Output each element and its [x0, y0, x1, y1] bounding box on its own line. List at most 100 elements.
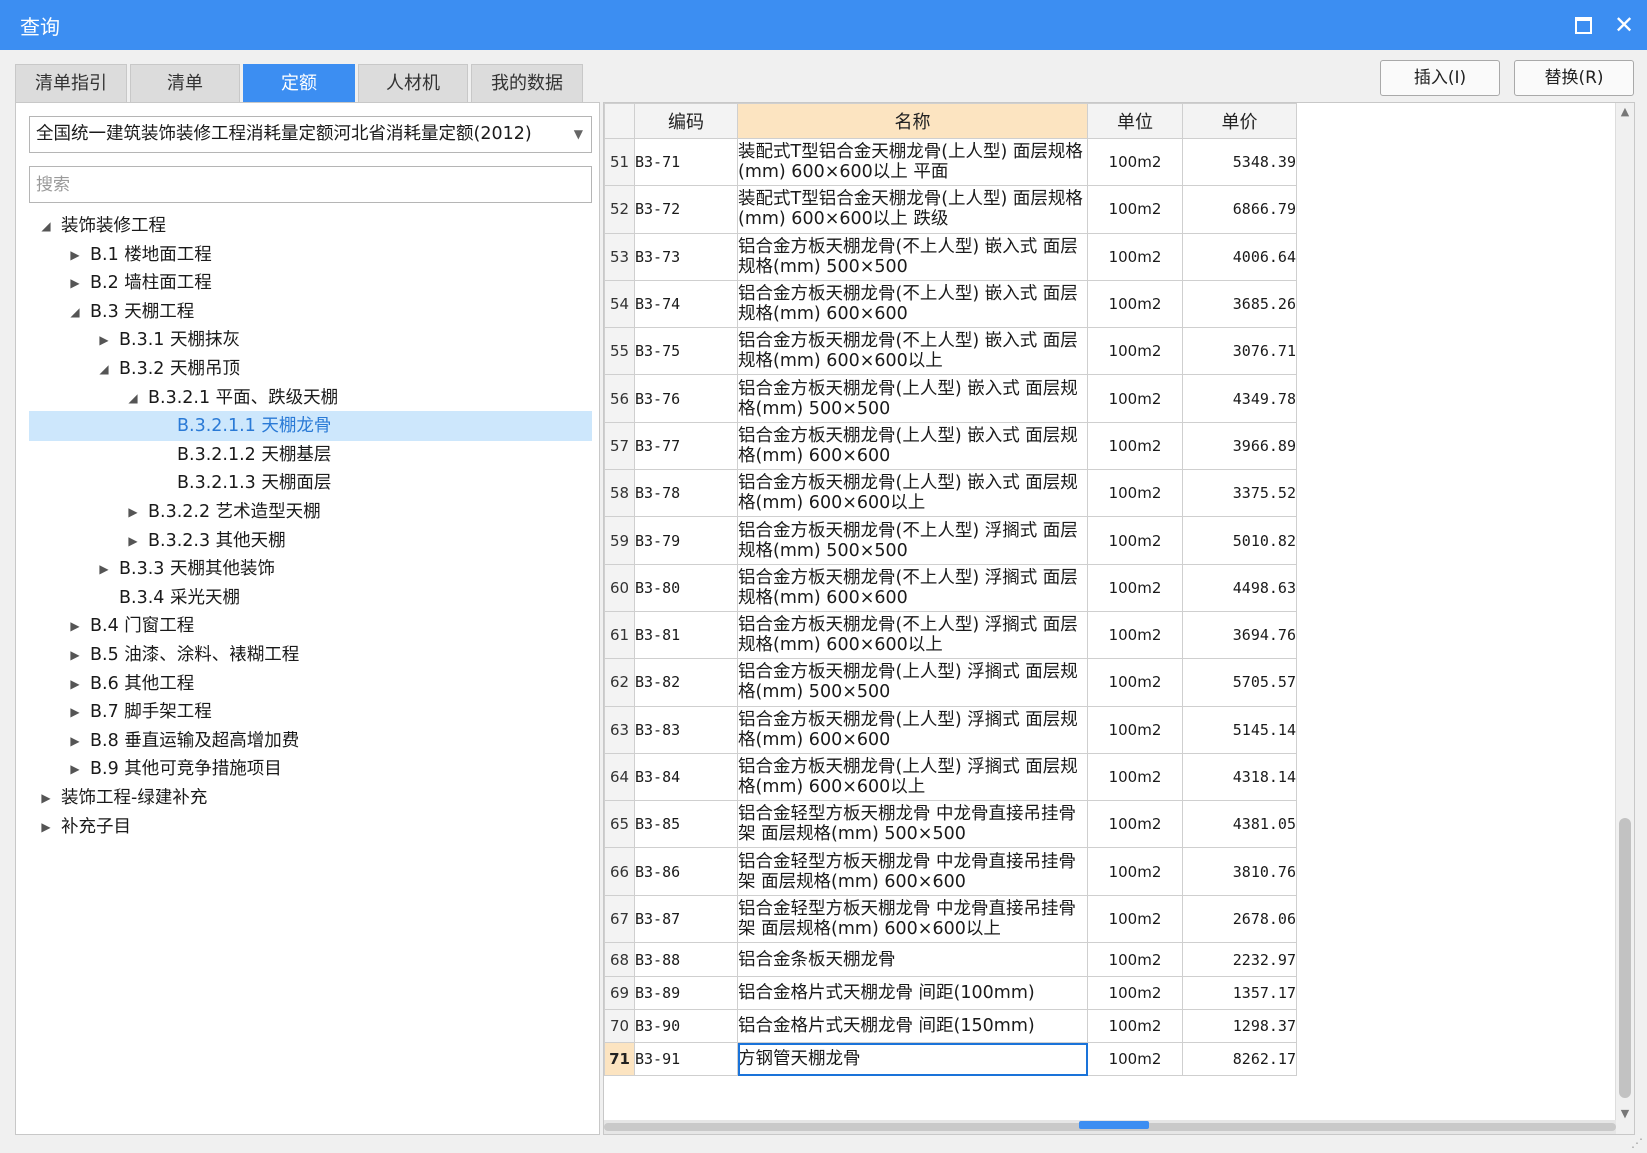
- unit-cell[interactable]: 100m2: [1087, 658, 1183, 707]
- code-cell[interactable]: B3-77: [634, 421, 738, 471]
- code-cell[interactable]: B3-91: [634, 1042, 738, 1077]
- row-index-cell[interactable]: 63: [604, 705, 635, 754]
- code-cell[interactable]: B3-86: [634, 847, 738, 896]
- code-cell[interactable]: B3-80: [634, 563, 738, 612]
- collapsed-arrow-icon[interactable]: ▶: [68, 611, 82, 641]
- table-row[interactable]: 70 B3-90 铝合金格片式天棚龙骨 间距(150mm) 100m2 1298.37: [604, 1009, 1297, 1044]
- collapsed-arrow-icon[interactable]: ▶: [68, 754, 82, 784]
- resize-grip-icon[interactable]: ⋰: [1631, 1136, 1643, 1150]
- unit-cell[interactable]: 100m2: [1087, 374, 1183, 423]
- table-row[interactable]: 67 B3-87 铝合金轻型方板天棚龙骨 中龙骨直接吊挂骨架 面层规格(mm) 60…: [604, 894, 1297, 944]
- name-cell[interactable]: 铝合金方板天棚龙骨(不上人型) 嵌入式 面层规格(mm) 600×600: [737, 279, 1088, 329]
- tree-item[interactable]: B.3.4 采光天棚: [29, 583, 592, 613]
- unit-cell[interactable]: 100m2: [1087, 1009, 1183, 1044]
- table-row[interactable]: 69 B3-89 铝合金格片式天棚龙骨 间距(100mm) 100m2 1357.17: [604, 976, 1297, 1011]
- replace-button[interactable]: 替换(R): [1514, 60, 1634, 96]
- name-cell[interactable]: 铝合金轻型方板天棚龙骨 中龙骨直接吊挂骨架 面层规格(mm) 600×600以上: [737, 894, 1088, 944]
- price-cell[interactable]: 5348.39: [1182, 137, 1297, 187]
- code-cell[interactable]: B3-84: [634, 752, 738, 802]
- name-cell[interactable]: 铝合金方板天棚龙骨(不上人型) 嵌入式 面层规格(mm) 500×500: [737, 232, 1088, 281]
- code-cell[interactable]: B3-71: [634, 137, 738, 187]
- row-index-cell[interactable]: 56: [604, 374, 635, 423]
- code-cell[interactable]: B3-79: [634, 516, 738, 565]
- row-index-cell[interactable]: 67: [604, 894, 635, 944]
- price-cell[interactable]: 4498.63: [1182, 563, 1297, 612]
- tree-item[interactable]: ▶ B.3.1 天棚抹灰: [29, 325, 592, 355]
- row-index-cell[interactable]: 69: [604, 976, 635, 1011]
- table-row[interactable]: 62 B3-82 铝合金方板天棚龙骨(上人型) 浮搁式 面层规格(mm) 500×5…: [604, 658, 1297, 707]
- name-cell[interactable]: 铝合金条板天棚龙骨: [737, 942, 1088, 978]
- tab-my-data[interactable]: 我的数据: [471, 64, 583, 102]
- unit-cell[interactable]: 100m2: [1087, 421, 1183, 471]
- table-row[interactable]: 55 B3-75 铝合金方板天棚龙骨(不上人型) 嵌入式 面层规格(mm) 600×…: [604, 327, 1297, 376]
- collapsed-arrow-icon[interactable]: ▶: [68, 640, 82, 670]
- table-row[interactable]: 51 B3-71 装配式T型铝合金天棚龙骨(上人型) 面层规格(mm) 600×60…: [604, 137, 1297, 187]
- table-row[interactable]: 53 B3-73 铝合金方板天棚龙骨(不上人型) 嵌入式 面层规格(mm) 500×…: [604, 232, 1297, 281]
- expanded-arrow-icon[interactable]: ◢: [126, 383, 140, 413]
- table-row[interactable]: 59 B3-79 铝合金方板天棚龙骨(不上人型) 浮搁式 面层规格(mm) 500×…: [604, 516, 1297, 565]
- unit-cell[interactable]: 100m2: [1087, 610, 1183, 660]
- unit-cell[interactable]: 100m2: [1087, 800, 1183, 849]
- price-cell[interactable]: 5705.57: [1182, 658, 1297, 707]
- table-row[interactable]: 61 B3-81 铝合金方板天棚龙骨(不上人型) 浮搁式 面层规格(mm) 600×…: [604, 610, 1297, 660]
- unit-cell[interactable]: 100m2: [1087, 563, 1183, 612]
- scroll-down-icon[interactable]: ▼: [1616, 1107, 1634, 1120]
- unit-cell[interactable]: 100m2: [1087, 1042, 1183, 1077]
- tree-item[interactable]: ◢ B.3.2 天棚吊顶: [29, 354, 592, 384]
- name-cell[interactable]: 铝合金方板天棚龙骨(不上人型) 浮搁式 面层规格(mm) 600×600以上: [737, 610, 1088, 660]
- tree-item[interactable]: ▶ B.7 脚手架工程: [29, 697, 592, 727]
- table-row[interactable]: 65 B3-85 铝合金轻型方板天棚龙骨 中龙骨直接吊挂骨架 面层规格(mm) 50…: [604, 800, 1297, 849]
- code-cell[interactable]: B3-81: [634, 610, 738, 660]
- code-cell[interactable]: B3-76: [634, 374, 738, 423]
- quota-library-select[interactable]: 全国统一建筑装饰装修工程消耗量定额河北省消耗量定额(2012) ▼: [29, 116, 592, 153]
- unit-cell[interactable]: 100m2: [1087, 232, 1183, 281]
- name-cell[interactable]: 铝合金格片式天棚龙骨 间距(100mm): [737, 976, 1088, 1011]
- unit-cell[interactable]: 100m2: [1087, 185, 1183, 234]
- collapsed-arrow-icon[interactable]: ▶: [68, 726, 82, 756]
- price-cell[interactable]: 3685.26: [1182, 279, 1297, 329]
- table-row[interactable]: 64 B3-84 铝合金方板天棚龙骨(上人型) 浮搁式 面层规格(mm) 600×6…: [604, 752, 1297, 802]
- name-cell[interactable]: 铝合金格片式天棚龙骨 间距(150mm): [737, 1009, 1088, 1044]
- vertical-scrollbar[interactable]: ▲ ▼: [1615, 103, 1634, 1134]
- expanded-arrow-icon[interactable]: ◢: [68, 297, 82, 327]
- price-cell[interactable]: 4006.64: [1182, 232, 1297, 281]
- table-row[interactable]: 71 B3-91 方钢管天棚龙骨 100m2 8262.17: [604, 1042, 1297, 1077]
- name-cell[interactable]: 铝合金方板天棚龙骨(不上人型) 浮搁式 面层规格(mm) 600×600: [737, 563, 1088, 612]
- name-cell[interactable]: 装配式T型铝合金天棚龙骨(上人型) 面层规格(mm) 600×600以上 跌级: [737, 185, 1088, 234]
- code-cell[interactable]: B3-72: [634, 185, 738, 234]
- unit-cell[interactable]: 100m2: [1087, 705, 1183, 754]
- tree-item[interactable]: ▶ B.3.2.2 艺术造型天棚: [29, 497, 592, 527]
- tree-item[interactable]: ▶ B.2 墙柱面工程: [29, 268, 592, 298]
- row-index-cell[interactable]: 70: [604, 1009, 635, 1044]
- price-cell[interactable]: 4381.05: [1182, 800, 1297, 849]
- code-cell[interactable]: B3-78: [634, 469, 738, 518]
- price-cell[interactable]: 3694.76: [1182, 610, 1297, 660]
- row-index-cell[interactable]: 55: [604, 327, 635, 376]
- name-cell[interactable]: 铝合金方板天棚龙骨(上人型) 浮搁式 面层规格(mm) 600×600: [737, 705, 1088, 754]
- row-index-cell[interactable]: 61: [604, 610, 635, 660]
- price-cell[interactable]: 1298.37: [1182, 1009, 1297, 1044]
- row-index-cell[interactable]: 58: [604, 469, 635, 518]
- header-code[interactable]: 编码: [634, 103, 738, 139]
- row-index-cell[interactable]: 65: [604, 800, 635, 849]
- tree-item[interactable]: ◢ B.3 天棚工程: [29, 297, 592, 327]
- code-cell[interactable]: B3-82: [634, 658, 738, 707]
- tree-item[interactable]: ▶ B.6 其他工程: [29, 669, 592, 699]
- header-name[interactable]: 名称: [737, 103, 1088, 139]
- price-cell[interactable]: 1357.17: [1182, 976, 1297, 1011]
- price-cell[interactable]: 5010.82: [1182, 516, 1297, 565]
- price-cell[interactable]: 3375.52: [1182, 469, 1297, 518]
- table-row[interactable]: 56 B3-76 铝合金方板天棚龙骨(上人型) 嵌入式 面层规格(mm) 500×5…: [604, 374, 1297, 423]
- price-cell[interactable]: 2678.06: [1182, 894, 1297, 944]
- unit-cell[interactable]: 100m2: [1087, 976, 1183, 1011]
- tree-item[interactable]: B.3.2.1.3 天棚面层: [29, 468, 592, 498]
- row-index-cell[interactable]: 52: [604, 185, 635, 234]
- price-cell[interactable]: 2232.97: [1182, 942, 1297, 978]
- table-row[interactable]: 52 B3-72 装配式T型铝合金天棚龙骨(上人型) 面层规格(mm) 600×60…: [604, 185, 1297, 234]
- row-index-cell[interactable]: 71: [604, 1042, 635, 1077]
- tree-item[interactable]: ▶ B.4 门窗工程: [29, 611, 592, 641]
- collapsed-arrow-icon[interactable]: ▶: [68, 697, 82, 727]
- insert-button[interactable]: 插入(I): [1380, 60, 1500, 96]
- tree-item[interactable]: ▶ B.8 垂直运输及超高增加费: [29, 726, 592, 756]
- row-index-cell[interactable]: 60: [604, 563, 635, 612]
